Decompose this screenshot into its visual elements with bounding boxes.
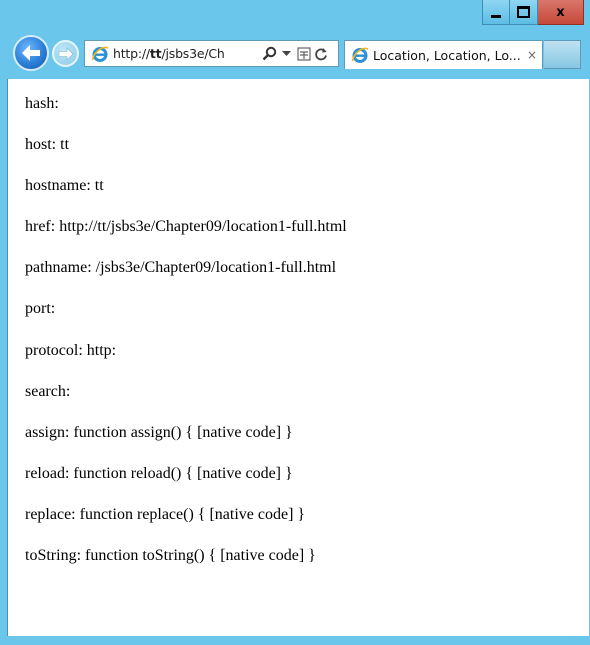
ie-page-icon: [90, 44, 110, 64]
caption-buttons: x: [482, 0, 584, 26]
property-href: href: http://tt/jsbs3e/Chapter09/locatio…: [25, 218, 347, 235]
address-bar[interactable]: http://tt/jsbs3e/Ch: [84, 40, 339, 67]
property-hostname: hostname: tt: [25, 177, 104, 194]
refresh-icon: [314, 47, 327, 60]
navigation-bar: http://tt/jsbs3e/Ch Location, Location, …: [0, 30, 590, 76]
address-dropdown-button[interactable]: [278, 44, 295, 64]
property-port: port:: [25, 300, 56, 317]
close-button[interactable]: x: [538, 0, 584, 25]
search-button[interactable]: [261, 44, 278, 64]
browser-window: x http://tt/jsbs3e/Ch Location, Location…: [0, 0, 590, 645]
property-hash: hash:: [25, 95, 59, 112]
property-assign: assign: function assign() { [native code…: [25, 424, 293, 441]
property-tostring: toString: function toString() { [native …: [25, 547, 316, 564]
property-reload: reload: function reload() { [native code…: [25, 465, 293, 482]
compatibility-view-button[interactable]: [295, 44, 312, 64]
refresh-button[interactable]: [312, 44, 329, 64]
page-content: hash: host: tt hostname: tt href: http:/…: [7, 79, 589, 636]
search-icon: [262, 46, 277, 61]
forward-arrow-icon: [58, 46, 73, 61]
property-replace: replace: function replace() { [native co…: [25, 506, 306, 523]
property-host: host: tt: [25, 136, 70, 153]
minimize-icon: [491, 14, 501, 18]
property-pathname: pathname: /jsbs3e/Chapter09/location1-fu…: [25, 259, 337, 276]
tab-location[interactable]: Location, Location, Lo... ×: [344, 40, 543, 69]
address-tools: [261, 44, 329, 64]
property-search: search:: [25, 383, 71, 400]
ie-tab-icon: [350, 45, 370, 65]
back-arrow-icon: [22, 45, 40, 61]
maximize-button[interactable]: [510, 0, 538, 25]
new-tab-button[interactable]: [544, 40, 581, 69]
tab-close-icon[interactable]: ×: [527, 48, 537, 62]
close-icon: x: [556, 4, 565, 20]
address-input[interactable]: http://tt/jsbs3e/Ch: [113, 46, 259, 61]
minimize-button[interactable]: [482, 0, 510, 25]
back-button[interactable]: [13, 35, 49, 71]
forward-button[interactable]: [52, 40, 79, 67]
maximize-icon: [517, 6, 530, 18]
property-protocol: protocol: http:: [25, 342, 117, 359]
compatibility-view-icon: [296, 46, 311, 61]
chevron-down-icon: [282, 50, 291, 56]
tab-label: Location, Location, Lo...: [373, 47, 521, 63]
